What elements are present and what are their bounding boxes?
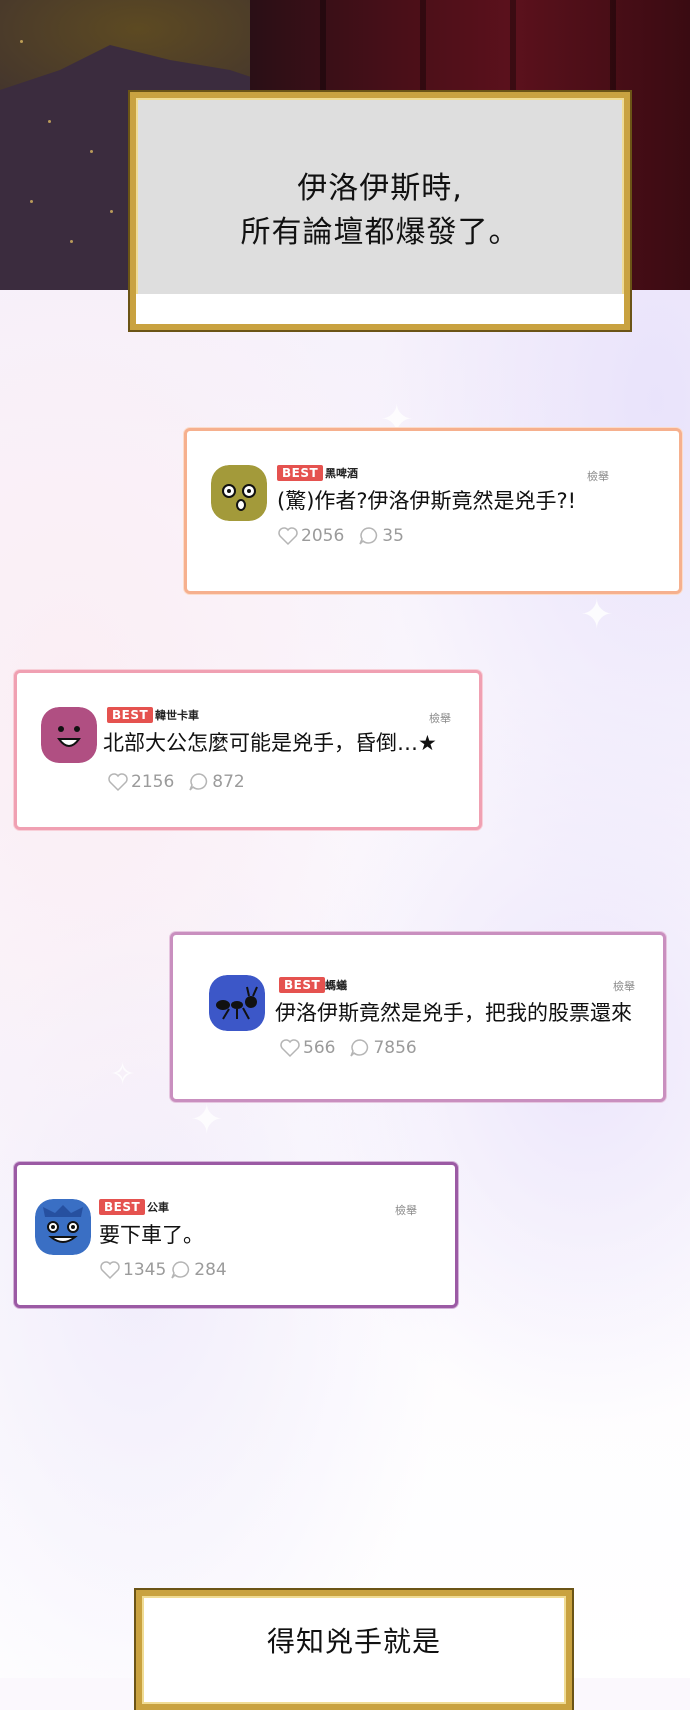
reply-count: 7856 — [373, 1038, 417, 1058]
reply-count: 872 — [212, 772, 245, 792]
best-badge: BEST — [107, 707, 154, 723]
like-count: 1345 — [123, 1260, 167, 1280]
username[interactable]: 黑啤酒 — [325, 466, 358, 482]
like-count: 2156 — [131, 772, 175, 792]
narration-caption-top: 伊洛伊斯時, 所有論壇都爆發了。 — [130, 92, 630, 330]
sparkle-icon: ✦ — [580, 592, 614, 638]
report-link[interactable]: 檢舉 — [429, 711, 451, 727]
comment-card: BEST 公車 檢舉 要下車了。 1345 284 — [14, 1162, 458, 1308]
reply-count: 284 — [194, 1260, 227, 1280]
reply-bubble-icon[interactable] — [358, 526, 380, 546]
comment-text: 要下車了。 — [99, 1223, 204, 1247]
heart-icon[interactable] — [279, 1038, 301, 1058]
username[interactable]: 公車 — [147, 1200, 169, 1216]
blue-face-icon — [35, 1199, 91, 1255]
caption-line: 伊洛伊斯時, — [297, 171, 463, 206]
report-link[interactable]: 檢舉 — [613, 979, 635, 995]
pink-face-icon — [41, 707, 97, 763]
reply-bubble-icon[interactable] — [188, 772, 210, 792]
comment-text: 伊洛伊斯竟然是兇手，把我的股票還來 — [275, 1001, 632, 1025]
heart-icon[interactable] — [277, 526, 299, 546]
caption-line: 得知兇手就是 — [266, 1625, 441, 1658]
username[interactable]: 螞蟻 — [325, 978, 347, 994]
like-count: 566 — [303, 1038, 336, 1058]
comment-stats: 1345 284 — [99, 1259, 227, 1281]
comment-text: 北部大公怎麼可能是兇手，昏倒…★ — [103, 731, 437, 755]
caption-line: 所有論壇都爆發了。 — [240, 215, 520, 250]
comment-card: BEST 黑啤酒 檢舉 (驚)作者?伊洛伊斯竟然是兇手?! 2056 35 — [184, 428, 682, 594]
heart-icon[interactable] — [99, 1260, 121, 1280]
like-count: 2056 — [301, 526, 345, 546]
report-link[interactable]: 檢舉 — [587, 469, 609, 485]
heart-icon[interactable] — [107, 772, 129, 792]
comment-card: BEST 螞蟻 檢舉 伊洛伊斯竟然是兇手，把我的股票還來 566 7856 — [170, 932, 666, 1102]
best-badge: BEST — [99, 1199, 146, 1215]
comment-card: BEST 韓世卡車 檢舉 北部大公怎麼可能是兇手，昏倒…★ 2156 872 — [14, 670, 482, 830]
report-link[interactable]: 檢舉 — [395, 1203, 417, 1219]
reply-bubble-icon[interactable] — [349, 1038, 371, 1058]
comment-stats: 2056 35 — [277, 525, 404, 547]
ant-icon — [209, 975, 265, 1031]
narration-caption-bottom: 得知兇手就是 — [136, 1590, 572, 1710]
olive-face-icon — [211, 465, 267, 521]
reply-bubble-icon[interactable] — [170, 1260, 192, 1280]
sparkle-icon: ✧ — [110, 1057, 136, 1092]
sparkle-icon: ✦ — [190, 1097, 224, 1143]
username[interactable]: 韓世卡車 — [155, 708, 199, 724]
comment-text: (驚)作者?伊洛伊斯竟然是兇手?! — [277, 489, 577, 513]
best-badge: BEST — [279, 977, 326, 993]
comment-stats: 2156 872 — [107, 771, 245, 793]
comment-stats: 566 7856 — [279, 1037, 417, 1059]
reply-count: 35 — [382, 526, 404, 546]
best-badge: BEST — [277, 465, 324, 481]
